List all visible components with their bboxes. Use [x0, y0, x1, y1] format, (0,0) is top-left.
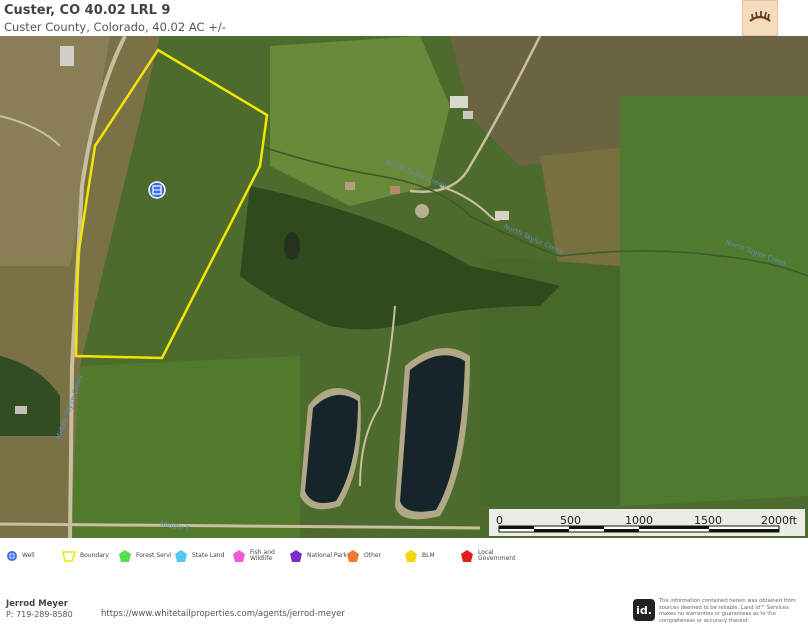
legend-label: Other	[364, 552, 382, 559]
scale-tick-label: 0	[496, 514, 503, 527]
agent-phone: P: 719-289-8580	[6, 610, 73, 619]
scale-tick-label: 500	[560, 514, 581, 527]
legend-label: Forest Servi	[136, 552, 172, 559]
page-title: Custer, CO 40.02 LRL 9	[4, 3, 171, 18]
legend-label: Boundary	[80, 552, 109, 559]
building	[390, 186, 400, 194]
building	[345, 182, 355, 190]
legend-item-blm: BLM	[404, 543, 435, 569]
legend-label: National Park	[307, 552, 347, 559]
national-park-icon	[290, 550, 302, 562]
antler-logo-icon	[749, 11, 771, 22]
building	[495, 211, 509, 220]
building	[15, 406, 27, 414]
well-icon	[7, 551, 17, 561]
agent-name: Jerrod Meyer	[6, 599, 68, 609]
scale-tick-label: 2000ft	[761, 514, 798, 527]
brand-logo	[742, 0, 778, 36]
other-icon	[347, 550, 359, 562]
legend-item-forest-service: Forest Servi	[118, 543, 172, 569]
map-canvas: North Taylor Creek North Taylor Creek No…	[0, 36, 808, 538]
blm-icon	[405, 550, 417, 562]
map-legend: Well Boundary Forest Servi State Land Fi…	[0, 543, 808, 569]
agent-url-link[interactable]: https://www.whitetailproperties.com/agen…	[101, 609, 345, 619]
aerial-map[interactable]: North Taylor Creek North Taylor Creek No…	[0, 36, 808, 538]
legend-item-boundary: Boundary	[62, 543, 109, 569]
building	[463, 111, 473, 119]
boundary-icon	[62, 551, 76, 562]
legend-label: Well	[22, 552, 35, 559]
legend-label: BLM	[422, 552, 435, 559]
circular-drive	[415, 204, 429, 218]
state-land-icon	[175, 550, 187, 562]
legend-item-national-park: National Park	[289, 543, 347, 569]
building	[450, 96, 468, 108]
well-marker[interactable]	[148, 181, 166, 199]
land-id-logo: id.	[633, 599, 655, 621]
scale-bar: 0 500 1000 1500 2000ft	[489, 509, 805, 536]
legend-label: Fish and Wildlife	[250, 549, 275, 562]
small-pond	[284, 232, 300, 260]
page-subtitle: Custer County, Colorado, 40.02 AC +/-	[4, 20, 226, 34]
disclaimer-text: The information contained herein was obt…	[659, 598, 796, 624]
legend-label: Local Government	[478, 549, 516, 562]
legend-item-other: Other	[346, 543, 381, 569]
legend-label: State Land	[192, 552, 225, 559]
local-government-icon	[461, 550, 473, 562]
meadow-south	[70, 356, 300, 538]
building	[60, 46, 74, 66]
legend-item-fish-wildlife: Fish and Wildlife	[232, 543, 276, 569]
legend-item-local-government: Local Government	[460, 543, 516, 569]
legend-item-well: Well	[6, 543, 35, 569]
scale-tick-label: 1000	[625, 514, 653, 527]
legend-item-state-land: State Land	[174, 543, 224, 569]
fish-wildlife-icon	[233, 550, 245, 562]
scale-tick-label: 1500	[694, 514, 722, 527]
forest-service-icon	[119, 550, 131, 562]
meadow-east	[620, 96, 808, 506]
